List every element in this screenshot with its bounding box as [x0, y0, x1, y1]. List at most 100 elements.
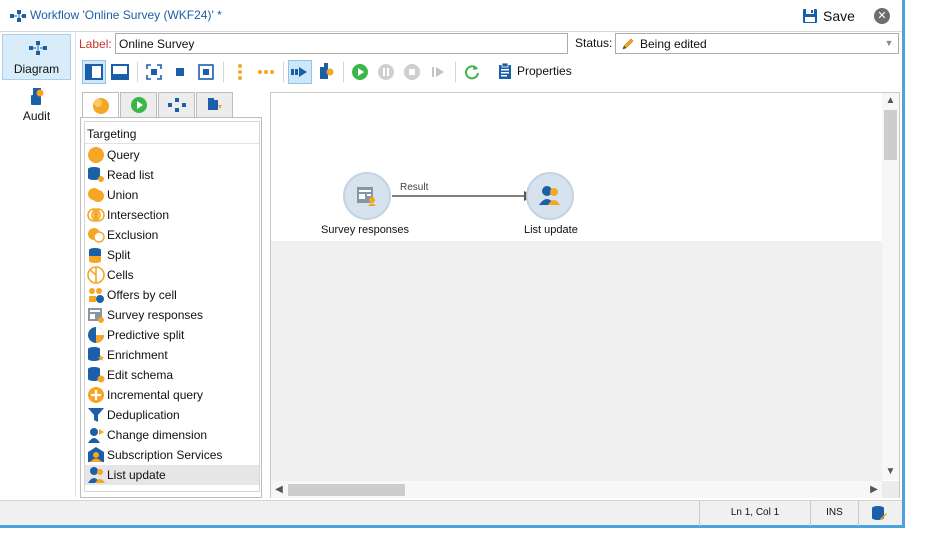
exclusion-icon: [87, 226, 105, 244]
diagram-icon: [29, 41, 47, 55]
save-button[interactable]: Save: [802, 6, 855, 26]
palette-item-edit-schema[interactable]: Edit schema: [85, 365, 259, 385]
audit-icon: [31, 88, 44, 105]
horizontal-dots-icon: [258, 70, 274, 74]
palette-item-label: Enrichment: [107, 348, 168, 362]
activity-list: Targeting Query Read list Union Intersectio…: [84, 121, 260, 492]
scroll-up-icon[interactable]: ▲: [882, 93, 899, 109]
layout-horizontal-icon: [111, 64, 129, 80]
flow-control-tab-icon: [130, 97, 147, 113]
stop-button[interactable]: [400, 60, 424, 84]
zoom-fit-icon: [146, 64, 162, 80]
title-bar: Workflow 'Online Survey (WKF24)' * Save …: [0, 0, 902, 32]
scroll-left-icon[interactable]: ◀: [271, 481, 287, 498]
database-status[interactable]: [858, 501, 898, 526]
zoom-actual-button[interactable]: [168, 60, 192, 84]
chevron-down-icon[interactable]: ▼: [883, 37, 895, 50]
nav-label-diagram: Diagram: [13, 62, 60, 76]
palette-item-deduplication[interactable]: Deduplication: [85, 405, 259, 425]
list-header-targeting: Targeting: [85, 122, 259, 144]
palette-item-enrichment[interactable]: Enrichment: [85, 345, 259, 365]
palette-item-label: Change dimension: [107, 428, 208, 442]
workflow-window: Workflow 'Online Survey (WKF24)' * Save …: [0, 0, 905, 528]
layout-horizontal-button[interactable]: [108, 60, 132, 84]
palette-tabs: [80, 92, 266, 118]
zoom-fit-button[interactable]: [142, 60, 166, 84]
vertical-dots-icon: [238, 64, 242, 80]
palette-item-label: Incremental query: [107, 388, 204, 402]
arrow-right-icon: [291, 67, 307, 77]
database-icon: [871, 506, 887, 520]
nav-item-audit[interactable]: Audit: [2, 82, 71, 128]
horizontal-scrollbar[interactable]: ◀ ▶: [271, 481, 882, 498]
palette-item-subscription-services[interactable]: Subscription Services: [85, 445, 259, 465]
step-button[interactable]: [426, 60, 450, 84]
vertical-scrollbar[interactable]: ▲ ▼: [882, 93, 899, 480]
refresh-button[interactable]: [460, 60, 484, 84]
close-button[interactable]: ✕: [874, 8, 890, 24]
node-label-survey-responses: Survey responses: [321, 224, 410, 236]
actions-tab-icon: [167, 98, 186, 112]
start-button[interactable]: [348, 60, 372, 84]
expand-icon: [198, 64, 214, 80]
layout-vertical-button[interactable]: [82, 60, 106, 84]
palette-item-label: Subscription Services: [107, 448, 223, 462]
palette-item-survey-responses[interactable]: Survey responses: [85, 305, 259, 325]
palette-item-cells[interactable]: Cells: [85, 265, 259, 285]
horizontal-scroll-thumb[interactable]: [288, 484, 405, 496]
palette-item-change-dimension[interactable]: Change dimension: [85, 425, 259, 445]
zoom-extend-button[interactable]: [194, 60, 218, 84]
edit-schema-icon: [87, 366, 105, 384]
palette-item-label: Survey responses: [107, 308, 204, 322]
toolbar-separator: [343, 62, 344, 82]
palette-item-incremental-query[interactable]: Incremental query: [85, 385, 259, 405]
palette-item-list-update[interactable]: List update: [85, 465, 259, 485]
palette-item-read-list[interactable]: Read list: [85, 165, 259, 185]
nav-item-diagram[interactable]: Diagram: [2, 34, 71, 80]
palette-item-offers-by-cell[interactable]: Offers by cell: [85, 285, 259, 305]
align-vertical-button[interactable]: [228, 60, 252, 84]
workflow-icon: [10, 10, 26, 22]
insert-mode: INS: [810, 501, 858, 526]
workflow-canvas[interactable]: Result Survey responses List update ▲ ▼ …: [270, 92, 900, 498]
status-dropdown[interactable]: Being edited ▼: [615, 33, 899, 54]
node-list-update[interactable]: [526, 172, 574, 220]
read-list-icon: [87, 166, 105, 184]
survey-responses-icon: [87, 306, 105, 324]
play-icon: [352, 64, 368, 80]
scroll-down-icon[interactable]: ▼: [882, 464, 899, 480]
tab-events[interactable]: [196, 92, 233, 117]
vertical-scroll-thumb[interactable]: [884, 110, 897, 160]
label-input[interactable]: [115, 33, 568, 54]
predictive-split-icon: [87, 326, 105, 344]
tab-targeting[interactable]: [82, 92, 119, 118]
palette-item-predictive-split[interactable]: Predictive split: [85, 325, 259, 345]
palette-item-label: Split: [107, 248, 131, 262]
events-tab-icon: [207, 98, 222, 110]
node-survey-responses[interactable]: [343, 172, 391, 220]
palette-item-label: Query: [107, 148, 140, 162]
toolbar-separator: [223, 62, 224, 82]
palette-item-label: Cells: [107, 268, 134, 282]
palette-item-union[interactable]: Union: [85, 185, 259, 205]
align-horizontal-button[interactable]: [254, 60, 278, 84]
properties-button[interactable]: Properties: [498, 63, 572, 79]
palette-item-split[interactable]: Split: [85, 245, 259, 265]
scroll-right-icon[interactable]: ▶: [866, 481, 882, 498]
list-update-icon: [539, 186, 560, 205]
incremental-query-icon: [87, 386, 105, 404]
toolbar-separator: [455, 62, 456, 82]
query-icon: [87, 146, 105, 164]
canvas-background: [271, 241, 882, 481]
transition-label: Result: [400, 182, 429, 193]
workflow-properties-button[interactable]: [314, 60, 338, 84]
palette-item-intersection[interactable]: Intersection: [85, 205, 259, 225]
tab-actions[interactable]: [158, 92, 195, 117]
palette-item-exclusion[interactable]: Exclusion: [85, 225, 259, 245]
palette-item-query[interactable]: Query: [85, 145, 259, 165]
link-mode-button[interactable]: [288, 60, 312, 84]
square-icon: [176, 68, 184, 76]
pause-button[interactable]: [374, 60, 398, 84]
floppy-disk-icon: [803, 9, 817, 23]
tab-flow-control[interactable]: [120, 92, 157, 117]
